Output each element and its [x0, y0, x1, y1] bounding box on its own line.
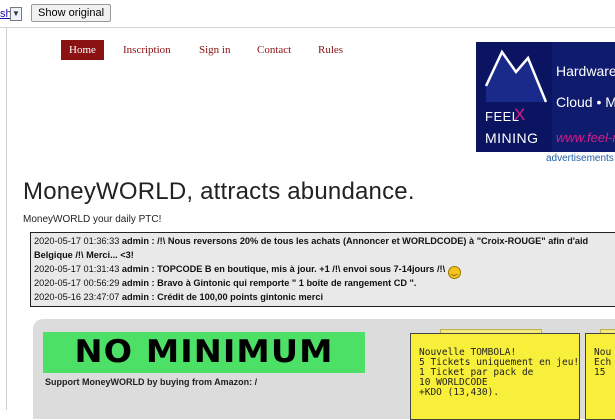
- news-box: 2020-05-17 01:36:33 admin : /!\ Nous rev…: [30, 232, 615, 307]
- news-item: Belgique /!\ Merci... <3!: [34, 250, 134, 260]
- second-note-text: Nou Ech 15: [594, 347, 612, 378]
- ad-line-url: www.feel-m: [556, 130, 615, 145]
- show-original-button[interactable]: Show original: [31, 4, 112, 22]
- tombola-note-text: Nouvelle TOMBOLA! 5 Tickets uniquement e…: [419, 347, 580, 398]
- nav-home[interactable]: Home: [61, 40, 104, 60]
- news-message: : TOPCODE B en boutique, mis à jour. +1 …: [148, 264, 446, 274]
- ad-line-cloud: Cloud • Mas: [556, 94, 615, 110]
- news-message: : /!\ Nous reversons 20% de tous les ach…: [148, 236, 589, 246]
- no-minimum-banner[interactable]: NO MINIMUM: [43, 332, 365, 373]
- ad-brand-x: X: [514, 105, 526, 124]
- news-item: 2020-05-17 00:56:29 admin : Bravo à Gint…: [34, 278, 416, 288]
- translate-bar: sh ▼ Show original: [0, 0, 615, 28]
- news-author: admin: [121, 264, 149, 274]
- nav-sign-in[interactable]: Sign in: [199, 40, 230, 60]
- news-message: : Bravo à Gintonic qui remporte " 1 boit…: [148, 278, 417, 288]
- nav-rules[interactable]: Rules: [318, 40, 343, 60]
- news-message: Belgique /!\ Merci... <3!: [34, 250, 134, 260]
- nav-inscription[interactable]: Inscription: [123, 40, 171, 60]
- left-border: [6, 28, 7, 410]
- ad-brand-mining: MINING: [485, 130, 539, 146]
- news-author: admin: [121, 278, 149, 288]
- nav-contact[interactable]: Contact: [257, 40, 291, 60]
- language-dropdown-icon[interactable]: ▼: [10, 7, 22, 21]
- second-note: Nou Ech 15: [585, 333, 615, 420]
- news-author: admin: [121, 236, 149, 246]
- page-title: MoneyWORLD, attracts abundance.: [23, 178, 415, 205]
- amazon-support-text: Support MoneyWORLD by buying from Amazon…: [45, 377, 258, 387]
- tombola-note: Nouvelle TOMBOLA! 5 Tickets uniquement e…: [410, 333, 580, 420]
- advertisements-link[interactable]: advertisements: [546, 153, 614, 164]
- news-item: 2020-05-17 01:31:43 admin : TOPCODE B en…: [34, 264, 461, 279]
- news-timestamp: 2020-05-17 01:31:43: [34, 264, 120, 274]
- news-timestamp: 2020-05-17 00:56:29: [34, 278, 120, 288]
- page-subtitle: MoneyWORLD your daily PTC!: [23, 214, 162, 225]
- no-minimum-text: NO MINIMUM: [74, 334, 334, 370]
- ad-line-hardware: Hardware •: [556, 63, 615, 79]
- news-item: 2020-05-17 01:36:33 admin : /!\ Nous rev…: [34, 236, 588, 246]
- news-author: admin: [121, 292, 149, 302]
- news-timestamp: 2020-05-16 23:47:07: [34, 292, 120, 302]
- news-message: : Crédit de 100,00 points gintonic merci: [148, 292, 324, 302]
- news-timestamp: 2020-05-17 01:36:33: [34, 236, 120, 246]
- news-item: 2020-05-16 23:47:07 admin : Crédit de 10…: [34, 292, 323, 302]
- ad-banner[interactable]: FEEL X MINING Hardware • Cloud • Mas www…: [476, 42, 615, 152]
- ad-logo: FEEL X MINING: [476, 42, 552, 152]
- smiley-icon: ‿: [447, 266, 461, 279]
